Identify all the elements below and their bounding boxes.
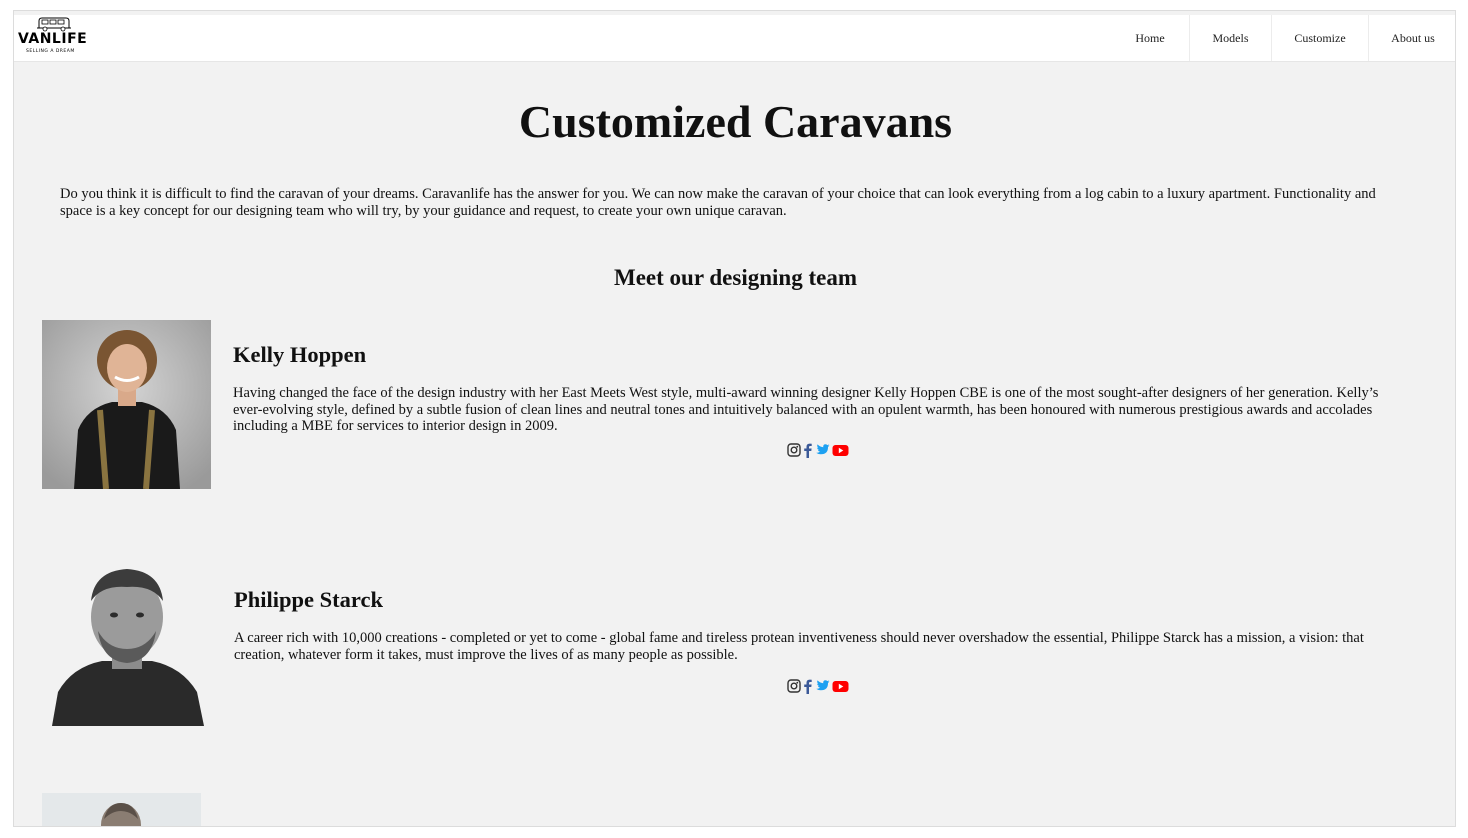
- van-icon: [37, 17, 71, 32]
- nav-item-customize[interactable]: Customize: [1271, 15, 1368, 61]
- member-bio: Having changed the face of the design in…: [233, 385, 1379, 434]
- social-links: [787, 678, 849, 694]
- member-photo: [42, 320, 211, 489]
- member-name: Philippe Starck: [234, 587, 383, 612]
- member-name: Kelly Hoppen: [233, 342, 367, 367]
- facebook-icon[interactable]: [803, 442, 812, 458]
- member-bio: A career rich with 10,000 creations - co…: [234, 630, 1364, 663]
- instagram-icon[interactable]: [787, 678, 801, 694]
- team-heading: Meet our designing team: [614, 265, 857, 290]
- social-links: [787, 442, 849, 458]
- facebook-icon[interactable]: [803, 678, 812, 694]
- youtube-icon[interactable]: [832, 678, 849, 694]
- nav-item-home[interactable]: Home: [1111, 15, 1189, 61]
- nav-menu: Home Models Customize About us: [1111, 15, 1455, 61]
- page-title: Customized Caravans: [518, 96, 953, 147]
- member-photo: [42, 557, 211, 726]
- brand-logo[interactable]: VANLIFE SELLING A DREAM: [16, 15, 96, 61]
- top-navbar: VANLIFE SELLING A DREAM Home Models Cust…: [14, 15, 1455, 62]
- instagram-icon[interactable]: [787, 442, 801, 458]
- twitter-icon[interactable]: [814, 678, 830, 694]
- brand-name: VANLIFE: [18, 31, 88, 47]
- twitter-icon[interactable]: [814, 442, 830, 458]
- nav-item-about-us[interactable]: About us: [1368, 15, 1455, 61]
- nav-item-models[interactable]: Models: [1189, 15, 1271, 61]
- brand-tagline: SELLING A DREAM: [26, 49, 75, 54]
- page-frame: VANLIFE SELLING A DREAM Home Models Cust…: [13, 10, 1456, 827]
- youtube-icon[interactable]: [832, 442, 849, 458]
- intro-paragraph: Do you think it is difficult to find the…: [60, 186, 1376, 219]
- member-photo: [42, 793, 201, 826]
